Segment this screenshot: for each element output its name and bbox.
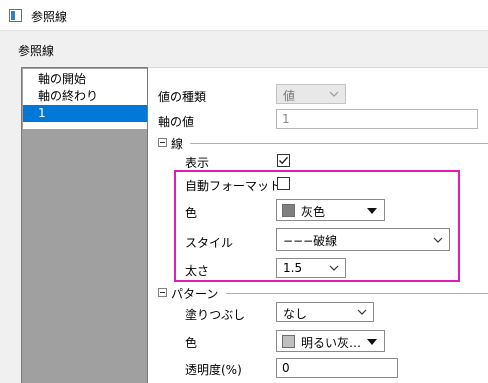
reference-line-list: 軸の開始 軸の終わり 1 bbox=[23, 69, 147, 129]
fill-dropdown[interactable]: なし bbox=[276, 302, 374, 322]
value-type-dropdown[interactable]: 値 bbox=[276, 84, 346, 104]
collapse-icon[interactable] bbox=[158, 288, 167, 297]
value-type-value: 値 bbox=[283, 89, 296, 103]
axis-value-input[interactable]: 1 bbox=[276, 109, 478, 129]
collapse-icon[interactable] bbox=[158, 138, 167, 147]
show-label: 表示 bbox=[185, 156, 210, 170]
auto-format-label: 自動フォーマット bbox=[185, 179, 282, 193]
title-bar: 参照線 bbox=[0, 0, 488, 31]
list-item-axis-end[interactable]: 軸の終わり bbox=[23, 88, 147, 105]
fill-label: 塗りつぶし bbox=[185, 308, 246, 322]
line-width-label: 太さ bbox=[185, 264, 210, 278]
color-swatch bbox=[282, 335, 295, 348]
window-title: 参照線 bbox=[31, 10, 68, 24]
line-color-label: 色 bbox=[185, 206, 198, 220]
pattern-group-header[interactable]: パターン bbox=[158, 285, 488, 301]
axis-value-text: 1 bbox=[282, 112, 290, 126]
chevron-down-icon bbox=[327, 86, 341, 102]
list-item-line-1[interactable]: 1 bbox=[23, 105, 147, 122]
transparency-value: 0 bbox=[282, 361, 290, 375]
line-group-header[interactable]: 線 bbox=[158, 135, 488, 151]
line-style-value: −−−破線 bbox=[283, 234, 338, 248]
line-style-label: スタイル bbox=[185, 236, 234, 250]
value-type-label: 値の種類 bbox=[158, 90, 207, 104]
auto-format-checkbox[interactable] bbox=[277, 177, 290, 190]
line-style-dropdown[interactable]: −−−破線 bbox=[276, 228, 450, 251]
line-width-value: 1.5 bbox=[283, 261, 303, 275]
line-width-dropdown[interactable]: 1.5 bbox=[276, 258, 346, 278]
pattern-color-dropdown[interactable]: 明るい灰… bbox=[276, 330, 385, 352]
line-group-title: 線 bbox=[171, 137, 184, 151]
section-label: 参照線 bbox=[18, 44, 55, 58]
group-divider bbox=[190, 143, 488, 144]
dropdown-arrow-icon bbox=[367, 208, 377, 214]
line-color-dropdown[interactable]: 灰色 bbox=[276, 199, 385, 221]
transparency-input[interactable]: 0 bbox=[276, 358, 398, 378]
color-swatch bbox=[282, 204, 295, 217]
list-item-axis-start[interactable]: 軸の開始 bbox=[23, 71, 147, 88]
fill-value: なし bbox=[283, 307, 308, 321]
chevron-down-icon bbox=[355, 304, 369, 320]
dropdown-arrow-icon bbox=[367, 339, 377, 345]
line-color-value: 灰色 bbox=[301, 205, 326, 219]
chevron-down-icon bbox=[327, 260, 341, 276]
pattern-group-title: パターン bbox=[171, 287, 219, 301]
reference-line-list-panel: 軸の開始 軸の終わり 1 bbox=[21, 67, 148, 383]
checkmark-icon bbox=[279, 156, 289, 165]
chevron-down-icon bbox=[431, 232, 445, 248]
properties-panel: 値の種類 値 軸の値 1 線 表示 自動フォーマット 色 灰色 スタイル −−−… bbox=[148, 67, 488, 383]
pattern-color-value: 明るい灰… bbox=[301, 336, 362, 350]
axis-value-label: 軸の値 bbox=[158, 115, 195, 129]
pattern-color-label: 色 bbox=[185, 336, 198, 350]
app-icon bbox=[9, 9, 22, 22]
transparency-label: 透明度(%) bbox=[185, 363, 242, 377]
group-divider bbox=[226, 293, 488, 294]
show-checkbox[interactable] bbox=[277, 154, 290, 167]
